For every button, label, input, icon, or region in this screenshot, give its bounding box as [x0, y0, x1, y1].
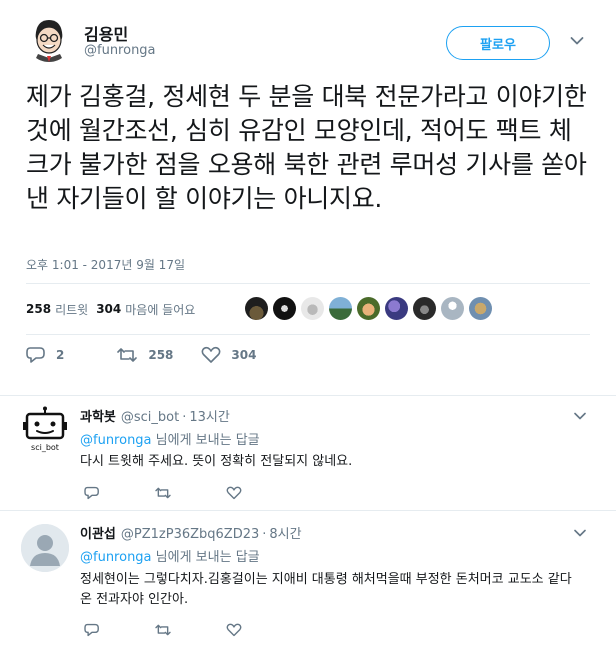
like-label: 마음에 들어요 [125, 302, 196, 317]
retweet-action[interactable]: 258 [116, 346, 173, 364]
retweet-action[interactable] [154, 486, 172, 500]
mention-link[interactable]: @funronga [80, 433, 152, 448]
liker-avatar[interactable] [441, 297, 464, 320]
main-tweet: 김용민 @funronga 팔로우 제가 김홍걸, 정세현 두 분을 대북 전문… [0, 0, 616, 395]
reply-time[interactable]: 8시간 [269, 523, 301, 542]
reply-author-handle[interactable]: @sci_bot [121, 410, 179, 425]
reply-tweet[interactable]: sci_bot 과학봇 @sci_bot · 13시간 @funronga 님에… [0, 396, 616, 510]
reply-tweet[interactable]: 이관섭 @PZ1zP36Zbq6ZD23 · 8시간 @funronga 님에게… [0, 511, 616, 650]
author-avatar[interactable] [26, 16, 72, 62]
liker-avatar[interactable] [301, 297, 324, 320]
reply-action[interactable]: 2 [26, 346, 64, 364]
divider [26, 334, 590, 335]
like-stat[interactable]: 304 마음에 들어요 [96, 301, 195, 318]
retweet-action[interactable] [154, 623, 172, 637]
engagement-stats: 258 리트윗 304 마음에 들어요 [26, 297, 203, 321]
liker-avatars [245, 297, 497, 320]
like-action-count: 304 [231, 348, 257, 362]
retweet-label: 리트윗 [55, 302, 89, 317]
reply-count: 2 [56, 348, 65, 362]
retweet-icon [117, 348, 138, 362]
reply-header: 이관섭 @PZ1zP36Zbq6ZD23 · 8시간 [80, 523, 302, 542]
divider [26, 283, 590, 284]
liker-avatar[interactable] [245, 297, 268, 320]
replying-to: @funronga 님에게 보내는 답글 [80, 546, 260, 565]
heart-icon [226, 486, 242, 500]
reply-action[interactable] [84, 486, 100, 500]
replying-to-label: 님에게 보내는 답글 [151, 550, 260, 565]
chevron-down-icon[interactable] [570, 36, 584, 46]
reply-icon [26, 347, 45, 363]
reply-author-name[interactable]: 과학봇 [80, 406, 116, 425]
reply-author-name[interactable]: 이관섭 [80, 523, 116, 542]
reply-action[interactable] [84, 623, 100, 637]
author-handle[interactable]: @funronga [84, 43, 156, 58]
liker-avatar[interactable] [357, 297, 380, 320]
separator-dot: · [182, 410, 187, 425]
liker-avatar[interactable] [329, 297, 352, 320]
reply-actions [84, 623, 296, 637]
like-action[interactable] [226, 486, 242, 500]
like-count: 304 [96, 302, 122, 316]
follow-button[interactable]: 팔로우 [446, 26, 550, 60]
separator-dot: · [262, 527, 267, 542]
replying-to: @funronga 님에게 보내는 답글 [80, 429, 260, 448]
reply-avatar[interactable] [21, 524, 69, 572]
reply-avatar[interactable]: sci_bot [21, 406, 69, 454]
tweet-text: 제가 김홍걸, 정세현 두 분을 대북 전문가라고 이야기한 것에 월간조선, … [26, 82, 587, 213]
tweet-timestamp[interactable]: 오후 1:01 - 2017년 9월 17일 [26, 256, 185, 273]
retweet-action-count: 258 [148, 348, 174, 362]
retweet-icon [155, 487, 171, 499]
retweet-icon [155, 624, 171, 636]
like-action[interactable]: 304 [201, 346, 256, 364]
reply-header: 과학봇 @sci_bot · 13시간 [80, 406, 230, 425]
reply-icon [84, 623, 99, 637]
reply-time[interactable]: 13시간 [189, 406, 229, 425]
chevron-down-icon[interactable] [574, 529, 586, 537]
liker-avatar[interactable] [469, 297, 492, 320]
reply-text: 다시 트윗해 주세요. 뜻이 정확히 전달되지 않네요. [80, 454, 353, 469]
retweet-stat[interactable]: 258 리트윗 [26, 301, 88, 318]
avatar-caption: sci_bot [31, 443, 59, 452]
chevron-down-icon[interactable] [574, 412, 586, 420]
reply-text: 정세현이는 그렇다치자.김홍걸이는 지애비 대통령 해처먹을때 부정한 돈처머코… [80, 572, 572, 607]
tweet-actions: 2 258 304 [26, 346, 256, 364]
retweet-count: 258 [26, 302, 52, 316]
mention-link[interactable]: @funronga [80, 550, 152, 565]
heart-icon [201, 346, 221, 363]
liker-avatar[interactable] [413, 297, 436, 320]
liker-avatar[interactable] [385, 297, 408, 320]
liker-avatar[interactable] [273, 297, 296, 320]
heart-icon [226, 623, 242, 637]
reply-author-handle[interactable]: @PZ1zP36Zbq6ZD23 [121, 527, 259, 542]
reply-icon [84, 486, 99, 500]
replying-to-label: 님에게 보내는 답글 [151, 433, 260, 448]
author-name[interactable]: 김용민 [84, 21, 128, 45]
reply-actions [84, 486, 296, 500]
like-action[interactable] [226, 623, 242, 637]
